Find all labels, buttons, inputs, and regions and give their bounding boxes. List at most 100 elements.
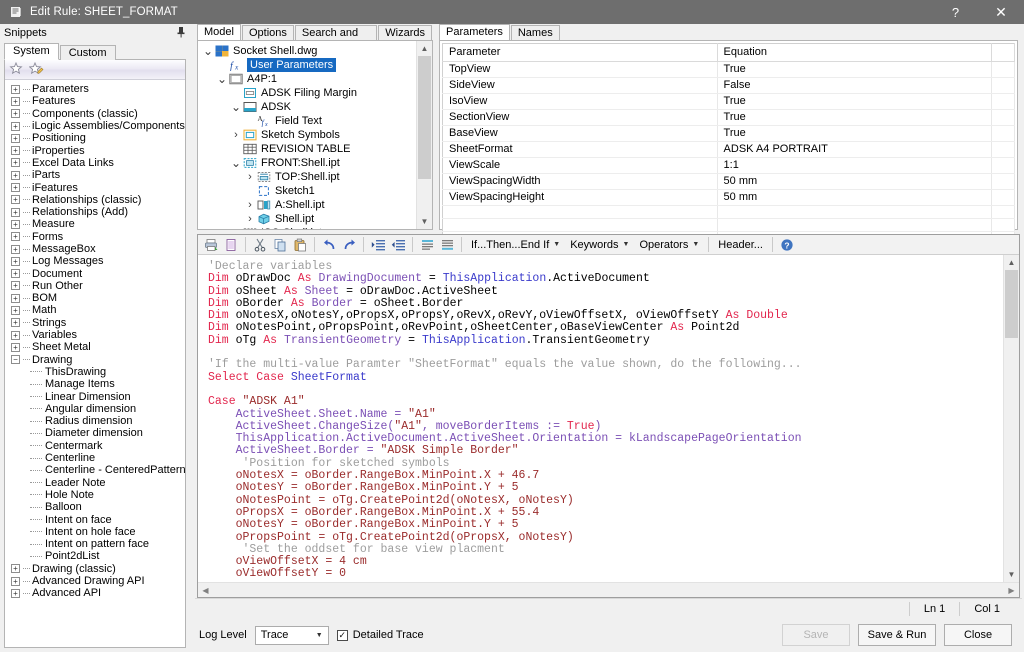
snippet-node[interactable]: Balloon [11, 501, 185, 513]
tab-model[interactable]: Model [197, 24, 241, 40]
edit-snippet-icon[interactable] [29, 62, 44, 78]
detailed-trace-checkbox[interactable]: ✓ Detailed Trace [337, 629, 424, 641]
keywords-menu[interactable]: Keywords ▼ [565, 236, 634, 254]
expand-icon[interactable]: + [11, 122, 20, 131]
model-tree-row[interactable]: ⌄FRONT:Shell.ipt [202, 156, 416, 170]
chevron-right-icon[interactable]: › [244, 170, 256, 184]
chevron-right-icon[interactable]: › [230, 128, 242, 142]
snippet-node[interactable]: Hole Note [11, 489, 185, 501]
cell-parameter[interactable]: SectionView [443, 110, 718, 126]
indent-increase-icon[interactable] [368, 236, 388, 254]
new-snippet-icon[interactable] [9, 62, 23, 78]
snippet-node[interactable]: +Components (classic) [11, 108, 185, 120]
cell-equation[interactable]: 1:1 [717, 158, 992, 174]
operators-menu[interactable]: Operators ▼ [634, 236, 704, 254]
expand-icon[interactable]: + [11, 577, 20, 586]
column-header-parameter[interactable]: Parameter [443, 44, 718, 62]
paste-icon[interactable] [290, 236, 310, 254]
snippet-node[interactable]: Leader Note [11, 477, 185, 489]
table-row[interactable]: SectionViewTrue [443, 110, 1015, 126]
cell-equation[interactable] [717, 219, 992, 232]
collapse-icon[interactable]: − [11, 355, 20, 364]
snippet-node[interactable]: +Forms [11, 231, 185, 243]
cell-equation[interactable]: True [717, 62, 992, 78]
cell-parameter[interactable]: BaseView [443, 126, 718, 142]
model-tree-scrollbar[interactable]: ▲ ▼ [416, 41, 432, 229]
snippet-node[interactable]: +iLogic Assemblies/Components [11, 120, 185, 132]
tab-options[interactable]: Options [242, 25, 294, 40]
expand-icon[interactable]: + [11, 134, 20, 143]
chevron-down-icon[interactable]: ⌄ [230, 159, 242, 167]
snippet-node[interactable]: −Drawing [11, 354, 185, 366]
snippet-node[interactable]: +iParts [11, 169, 185, 181]
model-tree-row[interactable]: ›Shell.ipt [202, 212, 416, 226]
cell-parameter[interactable]: SheetFormat [443, 142, 718, 158]
snippet-node[interactable]: +Drawing (classic) [11, 563, 185, 575]
save-button[interactable]: Save [782, 624, 850, 646]
model-tree-row[interactable]: ⌄ADSK [202, 100, 416, 114]
log-level-select[interactable]: Trace ▼ [255, 626, 329, 645]
expand-icon[interactable]: + [11, 281, 20, 290]
cell-equation[interactable]: ADSK A4 PORTRAIT [717, 142, 992, 158]
expand-icon[interactable]: + [11, 564, 20, 573]
cell-parameter[interactable]: SideView [443, 78, 718, 94]
snippet-node[interactable]: Radius dimension [11, 415, 185, 427]
snippet-node[interactable]: +iFeatures [11, 181, 185, 193]
scroll-down-icon[interactable]: ▼ [417, 214, 432, 229]
snippet-node[interactable]: +Sheet Metal [11, 341, 185, 353]
expand-icon[interactable]: + [11, 146, 20, 155]
expand-icon[interactable]: + [11, 331, 20, 340]
tab-wizards[interactable]: Wizards [378, 25, 432, 40]
help-button[interactable]: ? [933, 0, 978, 24]
expand-icon[interactable]: + [11, 343, 20, 352]
snippet-node[interactable]: +Features [11, 95, 185, 107]
snippet-node[interactable]: +Parameters [11, 83, 185, 95]
redo-icon[interactable] [339, 236, 359, 254]
snippet-node[interactable]: Linear Dimension [11, 390, 185, 402]
cell-parameter[interactable] [443, 219, 718, 232]
cell-parameter[interactable] [443, 206, 718, 219]
cell-equation[interactable]: 50 mm [717, 174, 992, 190]
tab-names[interactable]: Names [511, 25, 560, 40]
snippet-node[interactable]: Centermark [11, 440, 185, 452]
snippet-node[interactable]: +Strings [11, 317, 185, 329]
code-scroll-thumb[interactable] [1005, 270, 1018, 338]
scroll-thumb[interactable] [418, 56, 431, 179]
expand-icon[interactable]: + [11, 208, 20, 217]
code-scroll-left-icon[interactable]: ◀ [198, 586, 213, 595]
cell-equation[interactable]: 50 mm [717, 190, 992, 206]
model-tree-row[interactable]: ⌄Socket Shell.dwg [202, 44, 416, 58]
snippet-node[interactable]: +Log Messages [11, 255, 185, 267]
save-and-run-button[interactable]: Save & Run [858, 624, 936, 646]
snippet-node[interactable]: +Relationships (classic) [11, 194, 185, 206]
table-row[interactable]: ViewSpacingWidth50 mm [443, 174, 1015, 190]
snippet-node[interactable]: +BOM [11, 292, 185, 304]
if-then-endif-menu[interactable]: If...Then...End If ▼ [466, 236, 565, 254]
model-tree-row[interactable]: Sketch1 [202, 184, 416, 198]
chevron-right-icon[interactable]: › [244, 198, 256, 212]
parameters-grid[interactable]: Parameter Equation TopViewTrueSideViewFa… [442, 43, 1015, 245]
model-tree-row[interactable]: ›Sketch Symbols [202, 128, 416, 142]
expand-icon[interactable]: + [11, 589, 20, 598]
snippet-node[interactable]: +MessageBox [11, 243, 185, 255]
code-scroll-right-icon[interactable]: ▶ [1004, 586, 1019, 595]
model-tree-row[interactable]: fxUser Parameters [202, 58, 416, 72]
expand-icon[interactable]: + [11, 232, 20, 241]
expand-icon[interactable]: + [11, 85, 20, 94]
snippet-node[interactable]: Angular dimension [11, 403, 185, 415]
snippet-node[interactable]: +Measure [11, 218, 185, 230]
snippet-node[interactable]: +Relationships (Add) [11, 206, 185, 218]
table-row[interactable]: TopViewTrue [443, 62, 1015, 78]
cell-parameter[interactable]: TopView [443, 62, 718, 78]
column-header-equation[interactable]: Equation [717, 44, 992, 62]
tab-parameters[interactable]: Parameters [439, 24, 510, 40]
snippets-tree[interactable]: +Parameters+Features+Components (classic… [5, 80, 185, 647]
expand-icon[interactable]: + [11, 269, 20, 278]
undo-icon[interactable] [319, 236, 339, 254]
expand-icon[interactable]: + [11, 257, 20, 266]
expand-icon[interactable]: + [11, 318, 20, 327]
snippet-node[interactable]: Point2dList [11, 550, 185, 562]
table-row[interactable] [443, 206, 1015, 219]
cell-equation[interactable]: True [717, 110, 992, 126]
table-row[interactable]: BaseViewTrue [443, 126, 1015, 142]
